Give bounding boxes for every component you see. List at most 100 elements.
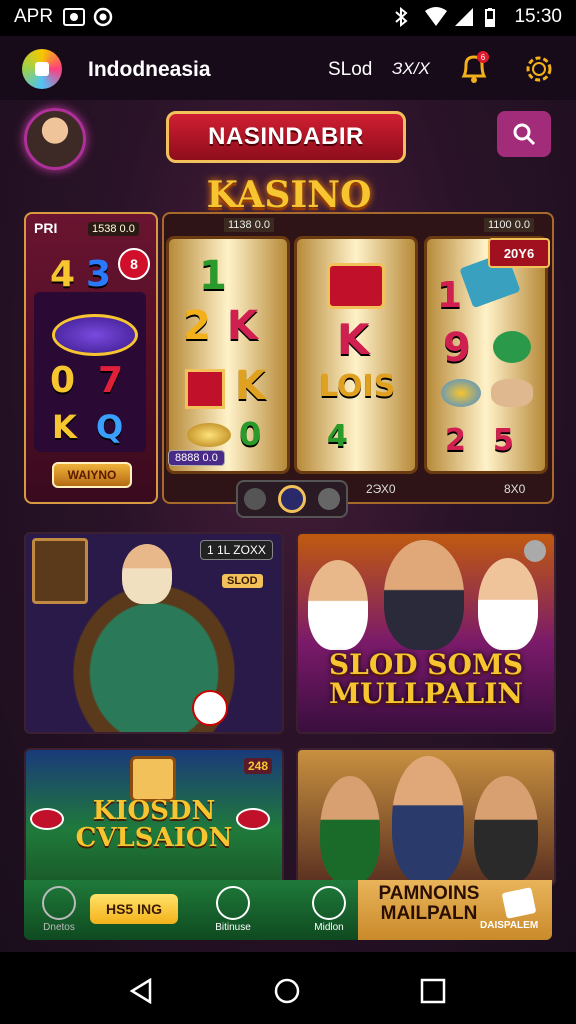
mini-slot-play-button[interactable]: WAIYNO: [52, 462, 132, 488]
mini-symbol-0: 0: [50, 360, 76, 401]
host-image: [478, 558, 538, 650]
nav-link-secondary[interactable]: ЗХ/Х: [392, 59, 430, 79]
reel-2: K LOIS 4: [294, 236, 418, 474]
reel2-symbol: 4: [327, 419, 352, 454]
promo-title: PAMNOINS MAILPALN: [378, 883, 480, 924]
reel3-symbol: 2: [445, 423, 466, 458]
auto-control-icon[interactable]: [318, 488, 340, 510]
nav-mobile-label: Midlon: [314, 922, 344, 933]
host-image: [392, 756, 464, 884]
host-image: [474, 776, 538, 884]
promo-banner[interactable]: NASINDABIR: [166, 111, 406, 163]
system-navigation-bar: [0, 952, 576, 1024]
app-header: Indodneasia SLod ЗХ/Х 6: [0, 36, 576, 100]
shell-symbol-icon: [491, 379, 533, 407]
spin-control-icon[interactable]: [278, 485, 306, 513]
reel1-symbol: 2: [183, 303, 211, 349]
reel-3: 1 9 2 5: [424, 236, 548, 474]
reel3-symbol: 1: [437, 275, 463, 316]
dealer-image: [122, 544, 172, 604]
photo-icon: [63, 7, 86, 27]
promo-subtitle: DAISPALEM: [480, 920, 539, 931]
reel2-symbol: K: [337, 315, 370, 364]
bottom-navigation: Dnetos HS5 ING Bitinuse Midlon PAMNOINS …: [24, 880, 552, 940]
search-icon: [513, 123, 536, 146]
slot-top-value-1: 1138 0.0: [224, 218, 275, 232]
mini-slot-panel[interactable]: PRI 1538 0.0 8 4 3 0 7 K Q WAIYNO: [24, 212, 158, 504]
crown-symbol-icon: [327, 263, 385, 309]
bluetooth-icon: [394, 6, 414, 28]
slot-top-value-2: 1100 0.0: [484, 218, 535, 232]
signal-icon: [454, 7, 474, 27]
reel2-symbol: LOIS: [319, 369, 396, 404]
chip-icon: [192, 690, 228, 726]
banner-text: NASINDABIR: [208, 123, 364, 150]
orb-symbol-icon: [441, 379, 481, 407]
target-icon: [312, 886, 346, 920]
nav-link-slod[interactable]: SLod: [328, 59, 372, 81]
home-icon: [42, 886, 76, 920]
ruby-symbol-icon: [185, 369, 225, 409]
nav-home[interactable]: Dnetos: [34, 886, 84, 933]
status-time: 15:30: [514, 6, 562, 27]
notification-bell-icon[interactable]: 6: [456, 50, 492, 86]
recents-icon[interactable]: [420, 978, 446, 1004]
playing-card-icon: [501, 887, 537, 919]
status-bar: APR 15:30: [0, 0, 576, 36]
chip-icon: [236, 808, 270, 830]
host-image: [308, 560, 368, 650]
reel-1: 1 2 K K 0: [166, 236, 290, 474]
card1-badge: SLOD: [222, 574, 263, 588]
nav-home-label: Dnetos: [43, 922, 75, 933]
app-title: Indodneasia: [88, 58, 211, 81]
status-right: 15:30: [394, 6, 562, 28]
back-icon[interactable]: [128, 978, 154, 1004]
slot-cabinet-image: [32, 538, 88, 604]
primary-action-button[interactable]: HS5 ING: [90, 894, 178, 924]
play-icon[interactable]: [524, 540, 546, 562]
mini-symbol-3: 3: [86, 254, 112, 295]
gear-icon[interactable]: [522, 52, 556, 86]
record-icon: [93, 7, 113, 27]
game-card-slod-soms[interactable]: SLOD SOMS MULLPALIN: [296, 532, 556, 734]
mini-symbol-q: Q: [96, 408, 124, 446]
promo-tile[interactable]: PAMNOINS MAILPALN DAISPALEM: [358, 880, 552, 940]
slot-bet-tag[interactable]: 8888 0.0: [168, 450, 225, 466]
gem-symbol-icon: [52, 314, 138, 356]
mini-slot-badge: 8: [118, 248, 150, 280]
mini-symbol-7: 7: [98, 360, 124, 401]
mini-slot-value: 1538 0.0: [88, 222, 139, 236]
reel1-symbol: K: [227, 303, 258, 349]
status-left: APR: [14, 6, 113, 28]
game-card-poker-table[interactable]: 1 1L ZOXX SLOD: [24, 532, 284, 734]
notification-count: 6: [481, 53, 486, 62]
mini-symbol-4: 4: [50, 254, 76, 295]
host-image: [320, 776, 380, 884]
nav-games-label: Bitinuse: [215, 922, 251, 933]
search-button[interactable]: [497, 111, 551, 157]
mini-symbol-k: K: [52, 408, 77, 446]
battery-icon: [484, 7, 504, 27]
slot-bottom-value-1: 2ЭХ0: [366, 482, 396, 496]
reel3-symbol: 5: [493, 423, 514, 458]
card1-chip: 1 1L ZOXX: [200, 540, 273, 560]
app-logo[interactable]: [22, 49, 62, 89]
nav-games[interactable]: Bitinuse: [206, 886, 260, 933]
chip-icon: [30, 808, 64, 830]
nav-mobile[interactable]: Midlon: [302, 886, 356, 933]
card3-title: KIOSDN CVLSAION: [75, 796, 233, 854]
check-circle-icon: [216, 886, 250, 920]
home-button-icon[interactable]: [274, 978, 300, 1004]
carrier-label: APR: [14, 6, 54, 27]
game-card-kiosdn[interactable]: 248 KIOSDN CVLSAION: [24, 748, 284, 886]
reel3-symbol: 9: [443, 325, 471, 371]
reel1-symbol: 0: [239, 415, 262, 453]
card3-badge: 248: [244, 758, 273, 774]
host-image: [384, 540, 464, 650]
jackpot-badge: 20Y6: [488, 238, 550, 268]
slot-bottom-value-2: 8Х0: [504, 482, 526, 496]
game-card-pamnoins[interactable]: [296, 748, 556, 886]
user-avatar[interactable]: [24, 108, 86, 170]
settings-control-icon[interactable]: [244, 488, 266, 510]
reel1-symbol: 1: [199, 253, 227, 299]
